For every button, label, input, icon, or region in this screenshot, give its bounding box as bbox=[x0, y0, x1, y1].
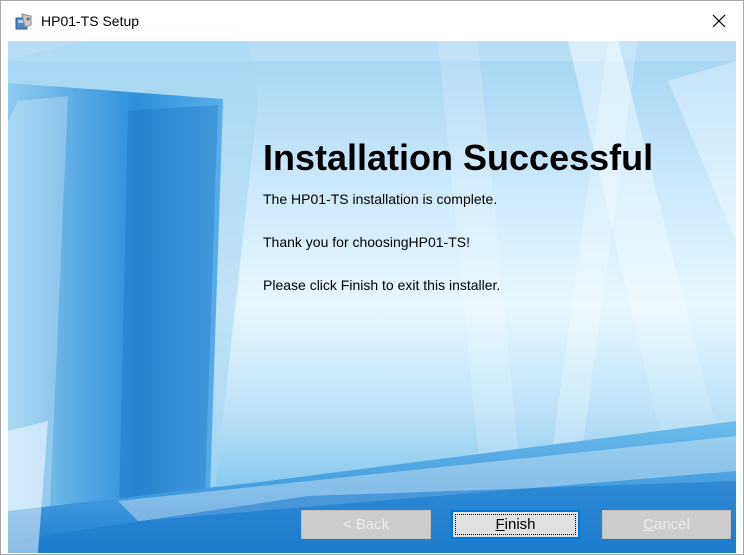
finish-button[interactable]: Finish bbox=[451, 510, 580, 539]
installer-icon bbox=[15, 13, 33, 31]
title-bar[interactable]: HP01-TS Setup bbox=[1, 1, 743, 41]
close-icon bbox=[712, 14, 726, 28]
page-title: Installation Successful bbox=[263, 137, 654, 178]
exit-instructions: Please click Finish to exit this install… bbox=[263, 277, 501, 293]
background-art bbox=[8, 41, 736, 553]
window-title: HP01-TS Setup bbox=[41, 13, 140, 29]
thank-you-message: Thank you for choosingHP01-TS! bbox=[263, 234, 470, 250]
back-button-label: < Back bbox=[342, 516, 390, 533]
installer-content: Installation Successful The HP01-TS inst… bbox=[8, 41, 736, 553]
cancel-button[interactable]: Cancel bbox=[602, 510, 731, 539]
setup-window: HP01-TS Setup Installation Successful Th… bbox=[0, 0, 744, 555]
cancel-button-label: Cancel bbox=[643, 516, 690, 533]
completion-message: The HP01-TS installation is complete. bbox=[263, 191, 498, 207]
back-button[interactable]: < Back bbox=[301, 510, 431, 539]
close-button[interactable] bbox=[697, 1, 743, 41]
focus-rectangle bbox=[455, 514, 576, 535]
